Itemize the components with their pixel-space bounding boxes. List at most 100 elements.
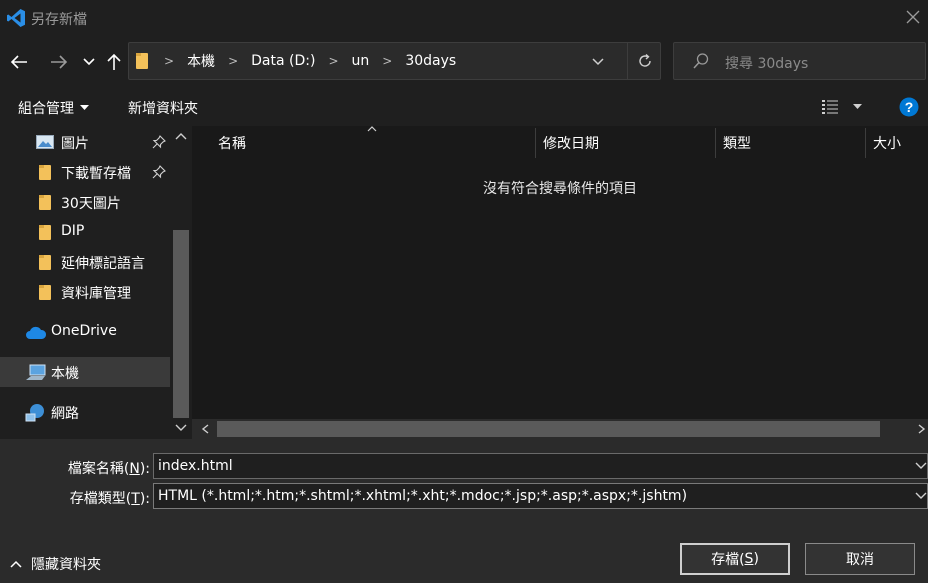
column-divider[interactable] — [715, 128, 716, 158]
chevron-down-icon[interactable] — [915, 492, 927, 500]
hscrollbar-thumb[interactable] — [217, 421, 880, 437]
up-button[interactable] — [103, 36, 125, 88]
nav-item-30days-pictures[interactable]: 30天圖片 — [0, 187, 170, 217]
sort-ascending-icon — [367, 126, 377, 132]
file-list-hscrollbar[interactable] — [192, 419, 928, 439]
nav-item-label: 圖片 — [61, 136, 89, 152]
nav-item-download-temp[interactable]: 下載暫存檔 — [0, 157, 170, 187]
nav-item-label: OneDrive — [51, 323, 117, 339]
column-header-name[interactable]: 名稱 — [218, 126, 246, 159]
chevron-down-icon — [83, 58, 95, 66]
folder-icon — [38, 164, 52, 181]
nav-item-label: DIP — [61, 223, 85, 239]
chevron-up-icon[interactable] — [175, 132, 187, 140]
filetype-value: HTML (*.html;*.htm;*.shtml;*.xhtml;*.xht… — [158, 488, 688, 504]
filename-label-text: 檔案名稱( — [67, 461, 130, 477]
nav-scrollbar[interactable] — [170, 126, 192, 439]
nav-item-label: 資料庫管理 — [61, 286, 131, 302]
chevron-down-icon — [592, 58, 604, 66]
column-divider[interactable] — [865, 128, 866, 158]
breadcrumb-separator-icon: > — [164, 54, 175, 68]
filename-accesskey: N — [129, 461, 140, 477]
back-button[interactable] — [4, 36, 34, 88]
save-accesskey: S — [744, 551, 754, 567]
filename-label-suffix: ): — [139, 461, 150, 477]
nav-item-this-pc[interactable]: 本機 — [0, 357, 170, 387]
pictures-icon — [36, 135, 54, 149]
nav-item-label: 30天圖片 — [61, 196, 121, 212]
breadcrumb-un[interactable]: un — [352, 53, 370, 69]
refresh-button[interactable] — [627, 43, 661, 79]
address-history-dropdown[interactable] — [591, 54, 605, 68]
column-header-type[interactable]: 類型 — [723, 126, 751, 159]
organize-label: 組合管理 — [18, 101, 74, 117]
filetype-label: 存檔類型(T): — [0, 488, 150, 508]
nav-item-pictures[interactable]: 圖片 — [0, 127, 170, 157]
breadcrumb-this-pc[interactable]: 本機 — [187, 51, 215, 71]
address-bar[interactable]: > 本機 > Data (D:) > un > 30days — [128, 42, 661, 80]
folder-icon — [38, 224, 52, 241]
refresh-icon — [638, 53, 651, 67]
view-options-button[interactable] — [821, 99, 862, 115]
filetype-label-text: 存檔類型( — [69, 491, 132, 507]
close-icon[interactable] — [905, 9, 921, 25]
forward-button[interactable] — [44, 36, 74, 88]
details-view-icon — [822, 100, 838, 114]
column-header-size[interactable]: 大小 — [873, 126, 901, 159]
new-folder-button[interactable]: 新增資料夾 — [128, 98, 198, 118]
chevron-left-icon[interactable] — [201, 424, 209, 434]
chevron-right-icon[interactable] — [918, 424, 926, 434]
nav-item-markup-language[interactable]: 延伸標記語言 — [0, 247, 170, 277]
nav-item-dip[interactable]: DIP — [0, 217, 170, 247]
pin-icon — [152, 165, 166, 179]
hide-folders-toggle[interactable]: 隱藏資料夾 — [10, 554, 101, 574]
nav-scrollbar-thumb[interactable] — [173, 230, 189, 418]
breadcrumb-drive[interactable]: Data (D:) — [251, 53, 315, 69]
filetype-label-suffix: ): — [139, 491, 150, 507]
filename-input[interactable]: index.html — [153, 453, 928, 479]
nav-item-label: 本機 — [51, 366, 79, 382]
command-bar: 組合管理 新增資料夾 ? — [0, 88, 928, 126]
filetype-select[interactable]: HTML (*.html;*.htm;*.shtml;*.xhtml;*.xht… — [153, 483, 928, 509]
recent-locations-button[interactable] — [80, 36, 98, 88]
window-title: 另存新檔 — [31, 12, 87, 28]
chevron-down-icon[interactable] — [175, 424, 187, 432]
caret-down-icon — [853, 104, 862, 109]
title-bar: 另存新檔 — [0, 0, 928, 36]
file-list: 名稱 修改日期 類型 大小 沒有符合搜尋條件的項目 — [192, 126, 928, 439]
save-label-suffix: ) — [753, 551, 759, 567]
network-icon — [25, 403, 47, 423]
arrow-right-icon — [51, 55, 68, 69]
folder-icon — [38, 194, 52, 211]
nav-item-network[interactable]: 網路 — [0, 397, 170, 427]
column-header-date-modified[interactable]: 修改日期 — [543, 126, 599, 159]
vscode-logo-icon — [6, 8, 26, 28]
address-bar-row: > 本機 > Data (D:) > un > 30days 搜尋 30days — [0, 36, 928, 88]
onedrive-icon — [25, 326, 47, 340]
nav-item-label: 網路 — [51, 406, 79, 422]
cancel-button[interactable]: 取消 — [805, 543, 915, 575]
nav-item-label: 延伸標記語言 — [61, 256, 145, 272]
empty-message: 沒有符合搜尋條件的項目 — [483, 181, 637, 197]
nav-item-database-management[interactable]: 資料庫管理 — [0, 277, 170, 307]
breadcrumb: > 本機 > Data (D:) > un > 30days — [135, 43, 456, 79]
chevron-up-icon — [10, 560, 22, 568]
chevron-down-icon[interactable] — [915, 462, 927, 470]
filename-value: index.html — [158, 458, 233, 474]
nav-item-onedrive[interactable]: OneDrive — [0, 317, 170, 347]
breadcrumb-30days[interactable]: 30days — [405, 53, 456, 69]
organize-button[interactable]: 組合管理 — [18, 98, 89, 118]
save-label: 存檔( — [711, 552, 745, 568]
this-pc-icon — [25, 364, 47, 382]
filename-label: 檔案名稱(N): — [0, 458, 150, 478]
folder-icon — [135, 52, 149, 70]
help-button[interactable]: ? — [899, 97, 919, 117]
folder-icon — [38, 284, 52, 301]
column-divider[interactable] — [535, 128, 536, 158]
save-button[interactable]: 存檔(S) — [680, 543, 790, 575]
search-placeholder: 搜尋 30days — [725, 56, 809, 72]
svg-text:?: ? — [905, 99, 914, 115]
hide-folders-label: 隱藏資料夾 — [31, 557, 101, 573]
search-icon — [692, 52, 710, 70]
search-box[interactable]: 搜尋 30days — [673, 42, 926, 80]
